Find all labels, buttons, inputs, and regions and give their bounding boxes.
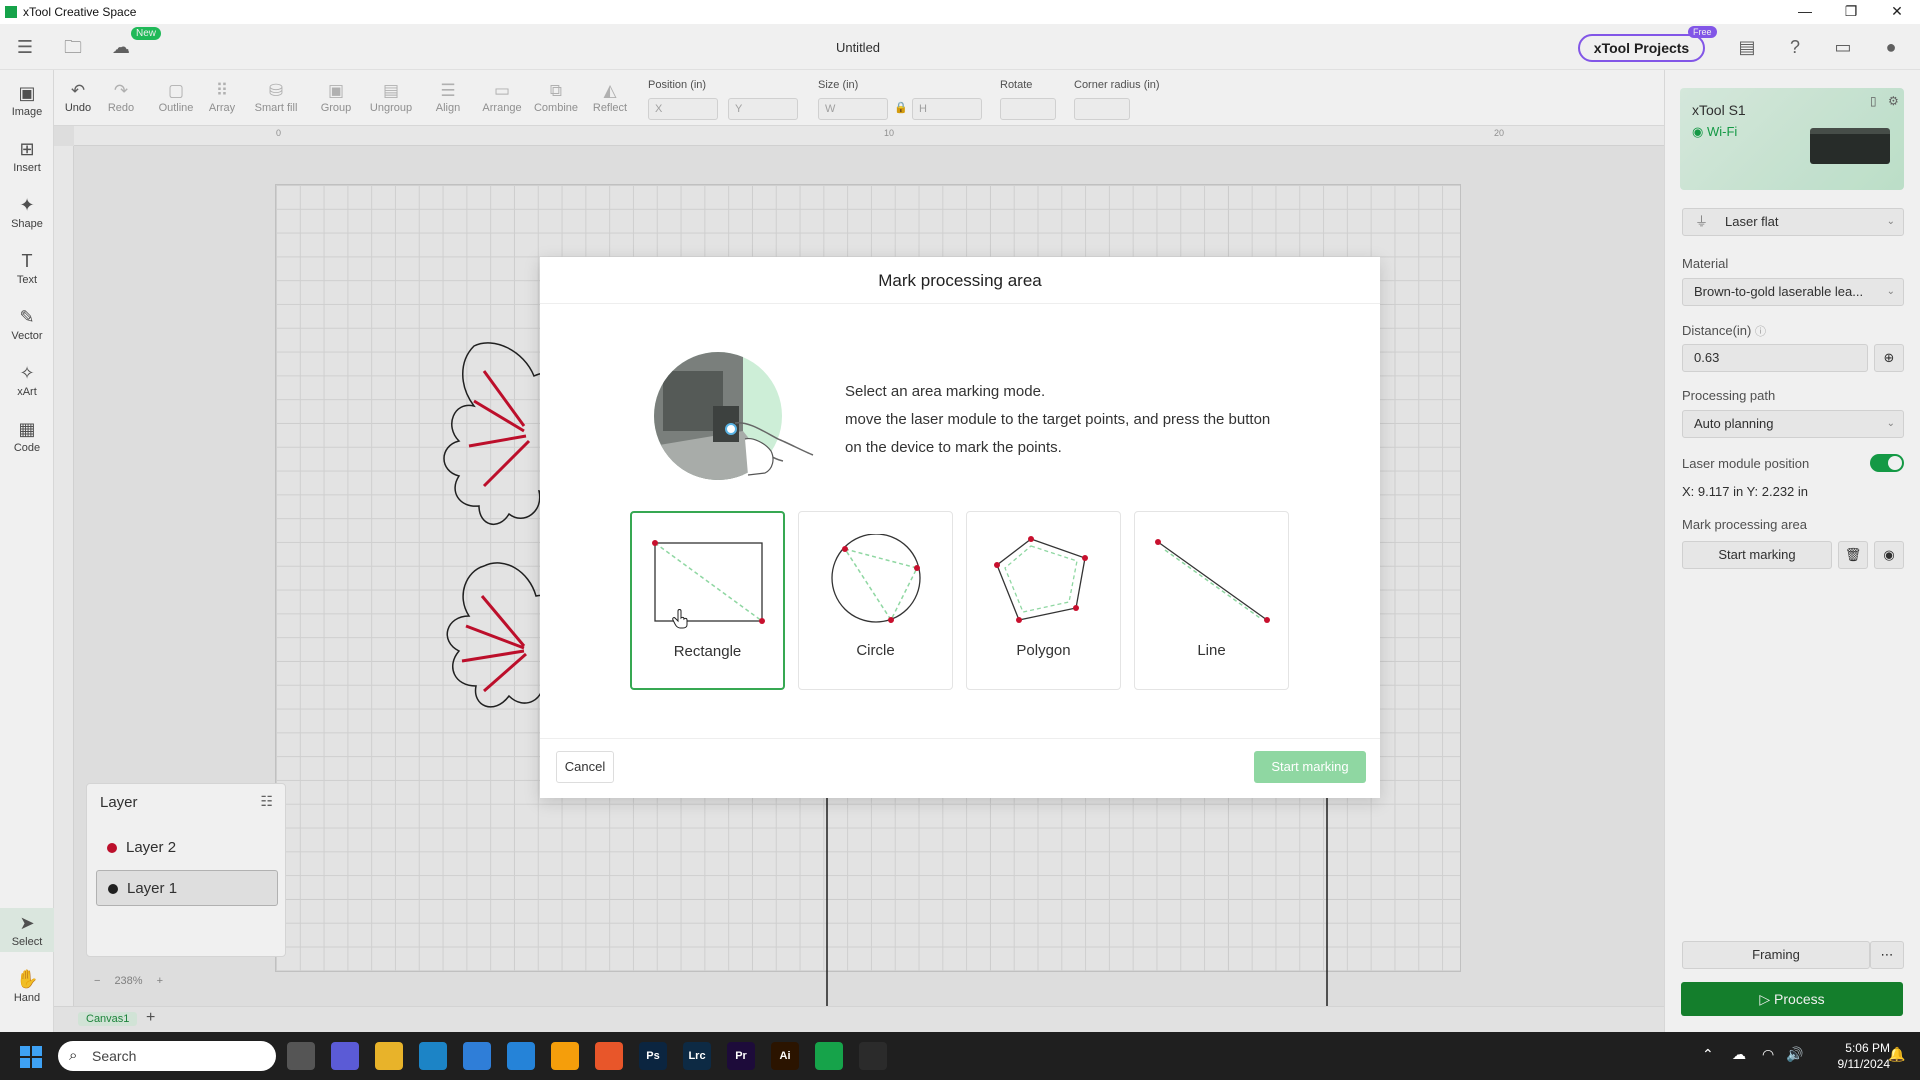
taskbar-clock[interactable]: 5:06 PM 9/11/2024 [1830, 1040, 1891, 1072]
laser-module-illustration [654, 352, 814, 480]
cancel-button[interactable]: Cancel [556, 751, 614, 783]
mouse-cursor-icon [672, 609, 688, 629]
illustrator-icon[interactable]: Ai [771, 1042, 799, 1070]
network-app-icon[interactable] [551, 1042, 579, 1070]
premiere-icon[interactable]: Pr [727, 1042, 755, 1070]
mode-label: Circle [856, 642, 895, 659]
onedrive-icon[interactable]: ☁ [1732, 1046, 1746, 1063]
wifi-icon[interactable]: ◠ [1762, 1046, 1774, 1063]
dialog-instructions: Select an area marking mode. move the la… [845, 383, 1271, 456]
rectangle-mode-icon [652, 540, 765, 624]
chatgpt-icon[interactable] [859, 1042, 887, 1070]
mode-label: Rectangle [673, 643, 742, 660]
edge-icon[interactable] [419, 1042, 447, 1070]
circle-mode-icon [831, 534, 921, 623]
dialog-title: Mark processing area [540, 257, 1380, 304]
search-icon: ⌕ [69, 1047, 78, 1064]
window-titlebar: xTool Creative Space — ❐ ✕ [0, 0, 1920, 24]
mode-label: Polygon [1016, 642, 1071, 659]
task-view-icon[interactable] [287, 1042, 315, 1070]
taskbar-search[interactable]: ⌕ Search [58, 1041, 276, 1071]
windows-start-icon[interactable] [20, 1046, 42, 1068]
windows-taskbar: ⌕ Search Ps Lrc Pr Ai ⌃ ☁ ◠ 🔊 5:06 PM 9/11/… [0, 1032, 1920, 1080]
mode-line[interactable]: Line [1134, 511, 1289, 690]
mode-label: Line [1197, 642, 1226, 659]
close-icon[interactable]: ✕ [1874, 0, 1920, 24]
firefox-icon[interactable] [595, 1042, 623, 1070]
lightroom-icon[interactable]: Lrc [683, 1042, 711, 1070]
polygon-mode-icon [994, 536, 1088, 623]
line-mode-icon [1155, 539, 1270, 623]
window-title: xTool Creative Space [23, 5, 137, 19]
xtool-taskbar-icon[interactable] [815, 1042, 843, 1070]
xtool-app-icon [5, 6, 17, 18]
dialog-footer-divider [540, 738, 1380, 739]
file-explorer-icon[interactable] [375, 1042, 403, 1070]
copilot-icon[interactable] [331, 1042, 359, 1070]
mark-area-dialog: Mark processing area Select an area mark… [540, 257, 1380, 798]
maximize-icon[interactable]: ❐ [1828, 0, 1874, 24]
mode-rectangle[interactable]: Rectangle [630, 511, 785, 690]
volume-icon[interactable]: 🔊 [1786, 1046, 1803, 1063]
notification-bell-icon[interactable]: 🔔 [1888, 1046, 1905, 1063]
minimize-icon[interactable]: — [1782, 0, 1828, 24]
mode-polygon[interactable]: Polygon [966, 511, 1121, 690]
mode-circle[interactable]: Circle [798, 511, 953, 690]
photoshop-icon[interactable]: Ps [639, 1042, 667, 1070]
store-icon[interactable] [463, 1042, 491, 1070]
mixer-icon[interactable] [507, 1042, 535, 1070]
chevron-up-icon[interactable]: ⌃ [1702, 1046, 1714, 1063]
start-marking-button[interactable]: Start marking [1254, 751, 1366, 783]
